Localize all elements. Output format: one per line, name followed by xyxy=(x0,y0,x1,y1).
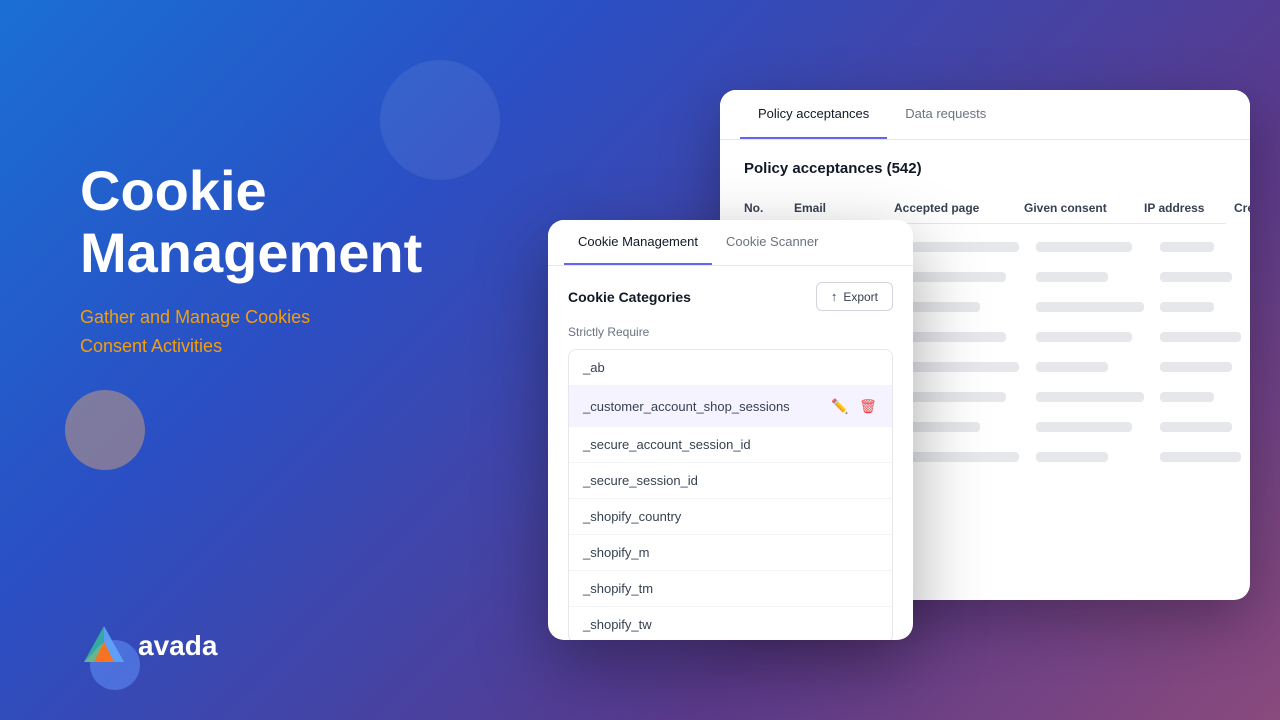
logo-text: avada xyxy=(138,630,217,662)
bg-circle-2 xyxy=(65,390,145,470)
policy-tabs: Policy acceptances Data requests xyxy=(720,90,1250,140)
skeleton xyxy=(1160,272,1232,282)
cookie-item[interactable]: _ab xyxy=(569,350,892,386)
skeleton xyxy=(1036,392,1144,402)
skeleton xyxy=(902,452,1019,462)
hero-title: Cookie Management xyxy=(80,160,422,283)
skeleton xyxy=(1036,362,1108,372)
cookie-list: _ab _customer_account_shop_sessions ✏️ 🗑… xyxy=(568,349,893,640)
cookie-item[interactable]: _customer_account_shop_sessions ✏️ 🗑 xyxy=(569,386,892,427)
hero-subtitle: Gather and Manage Cookies Consent Activi… xyxy=(80,303,422,361)
policy-heading: Policy acceptances (542) xyxy=(744,160,1226,177)
cookie-item[interactable]: _secure_session_id xyxy=(569,463,892,499)
export-label: Export xyxy=(843,290,878,304)
hero-section: Cookie Management Gather and Manage Cook… xyxy=(80,160,422,361)
skeleton xyxy=(902,302,980,312)
cookie-card: Cookie Management Cookie Scanner Cookie … xyxy=(548,220,913,640)
col-accepted-page: Accepted page xyxy=(894,201,1024,215)
cookie-categories-title: Cookie Categories xyxy=(568,289,691,305)
tab-policy-acceptances[interactable]: Policy acceptances xyxy=(740,90,887,139)
skeleton xyxy=(902,422,980,432)
cookie-item[interactable]: _shopify_tw xyxy=(569,607,892,640)
tab-cookie-management[interactable]: Cookie Management xyxy=(564,220,712,265)
cookie-tabs: Cookie Management Cookie Scanner xyxy=(548,220,913,266)
skeleton xyxy=(1160,242,1214,252)
skeleton xyxy=(1036,332,1132,342)
logo-area: avada xyxy=(80,622,217,670)
cookie-item[interactable]: _shopify_tm xyxy=(569,571,892,607)
cookie-content: Cookie Categories ↑ Export Strictly Requ… xyxy=(548,266,913,640)
cookie-name: _shopify_country xyxy=(583,509,681,524)
export-icon: ↑ xyxy=(831,289,838,304)
cookie-name: _shopify_tw xyxy=(583,617,652,632)
cookie-item[interactable]: _shopify_country xyxy=(569,499,892,535)
cookie-item[interactable]: _shopify_m xyxy=(569,535,892,571)
skeleton xyxy=(1036,302,1144,312)
skeleton xyxy=(1160,332,1241,342)
skeleton xyxy=(1036,452,1108,462)
skeleton xyxy=(902,332,1006,342)
cookie-name: _shopify_m xyxy=(583,545,649,560)
avada-logo-icon xyxy=(80,622,128,670)
skeleton xyxy=(1160,452,1241,462)
cookie-name: _secure_account_session_id xyxy=(583,437,751,452)
strictly-require-label: Strictly Require xyxy=(568,325,893,339)
skeleton xyxy=(1036,242,1132,252)
cookie-name: _customer_account_shop_sessions xyxy=(583,399,790,414)
skeleton xyxy=(1160,422,1232,432)
export-button[interactable]: ↑ Export xyxy=(816,282,893,311)
cookie-item-actions: ✏️ 🗑 xyxy=(830,396,878,416)
skeleton xyxy=(1036,422,1132,432)
cookie-name: _ab xyxy=(583,360,605,375)
col-email: Email xyxy=(794,201,894,215)
col-no: No. xyxy=(744,201,794,215)
col-given-consent: Given consent xyxy=(1024,201,1144,215)
skeleton xyxy=(1036,272,1108,282)
cookie-item[interactable]: _secure_account_session_id xyxy=(569,427,892,463)
col-ip-address: IP address xyxy=(1144,201,1234,215)
cookie-header-row: Cookie Categories ↑ Export xyxy=(568,282,893,311)
skeleton xyxy=(902,272,1006,282)
cookie-name: _shopify_tm xyxy=(583,581,653,596)
skeleton xyxy=(902,362,1019,372)
delete-icon[interactable]: 🗑 xyxy=(858,396,878,416)
cookie-name: _secure_session_id xyxy=(583,473,698,488)
col-created-at: Created at xyxy=(1234,201,1250,215)
tab-data-requests[interactable]: Data requests xyxy=(887,90,1004,139)
skeleton xyxy=(1160,302,1214,312)
skeleton xyxy=(902,392,1006,402)
skeleton xyxy=(1160,362,1232,372)
edit-icon[interactable]: ✏️ xyxy=(830,396,850,416)
skeleton xyxy=(1160,392,1214,402)
tab-cookie-scanner[interactable]: Cookie Scanner xyxy=(712,220,833,265)
skeleton xyxy=(902,242,1019,252)
